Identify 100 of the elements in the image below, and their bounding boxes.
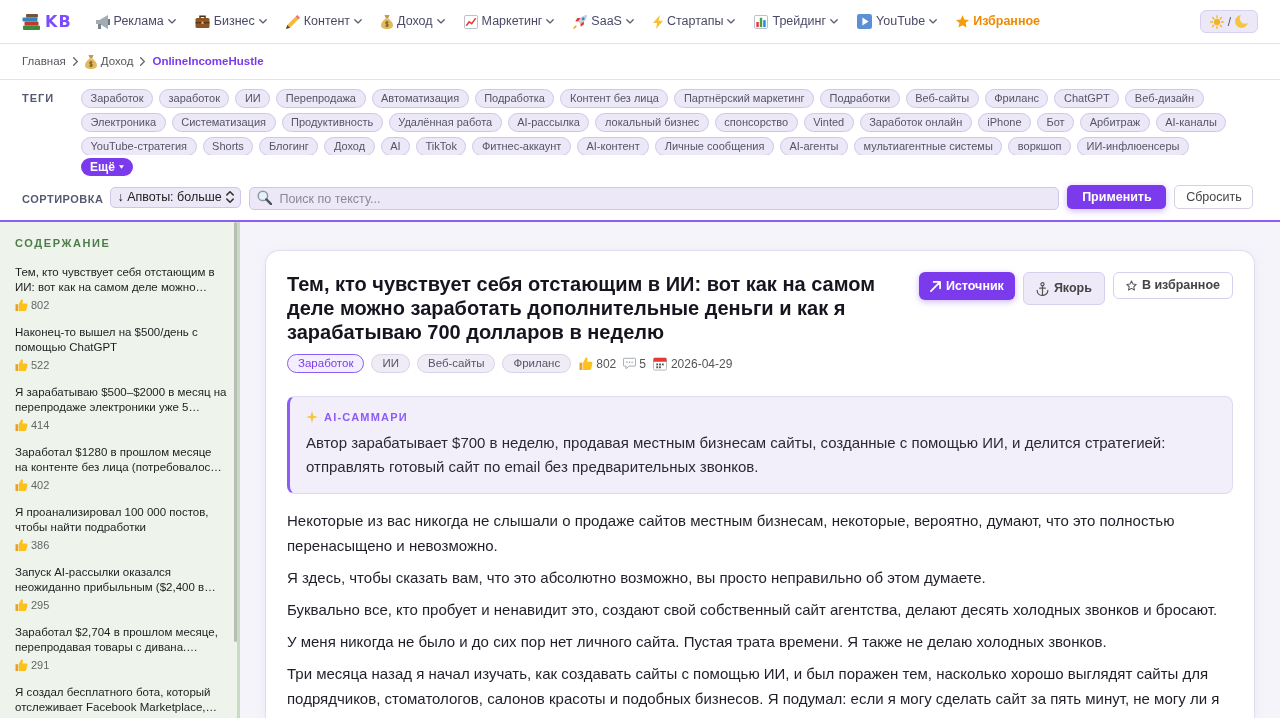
tag-chip[interactable]: заработок xyxy=(159,89,230,108)
tag-chip[interactable]: AI-каналы xyxy=(1155,113,1227,132)
contents-link[interactable]: Наконец-то вышел на $500/день с помощью ChatGPT xyxy=(15,325,227,355)
contents-link[interactable]: Заработал $2,704 в прошлом месяце, перепродавая товары с дивана.… xyxy=(15,625,227,655)
nav-menu-item[interactable]: Доход xyxy=(381,12,445,31)
tag-chip[interactable]: Блогинг xyxy=(259,137,319,155)
tag-chip[interactable]: Контент без лица xyxy=(560,89,669,108)
tag-chip[interactable]: Партнёрский маркетинг xyxy=(674,89,815,108)
action-button[interactable]: Источник xyxy=(918,272,1015,300)
nav-menu-item[interactable]: Бизнес xyxy=(194,12,267,31)
tag-chip[interactable]: Доход xyxy=(324,137,375,155)
upvote-count: 386 xyxy=(31,537,50,553)
home-logo-link[interactable]: KB xyxy=(22,13,72,30)
tag-chip[interactable]: спонсорство xyxy=(714,113,798,132)
tag-chip[interactable]: локальный бизнес xyxy=(595,113,709,132)
nav-menu-item[interactable]: Реклама xyxy=(95,12,176,31)
tag-chip[interactable]: Электроника xyxy=(81,113,166,132)
tag-chip[interactable]: Личные сообщения xyxy=(655,137,774,155)
rocket-icon xyxy=(573,14,588,29)
tag-chip[interactable]: Shorts xyxy=(202,137,254,155)
breadcrumb-link[interactable]: Главная xyxy=(22,52,66,71)
more-tags-button[interactable]: Ещё xyxy=(81,157,133,176)
search-field[interactable]: Поиск по тексту... xyxy=(249,187,1060,210)
article-paragraph: Я здесь, чтобы сказать вам, что это абсолютно возможно, вы просто неправильно об этом думаете. xyxy=(287,568,987,588)
sort-select[interactable]: ↓ Апвоты: больше xyxy=(110,186,242,208)
tag-chip[interactable]: Заработок xyxy=(81,89,154,108)
nav-menu-item[interactable]: Маркетинг xyxy=(463,12,555,31)
article-paragraph: Буквально все, кто пробует и ненавидит это, создают свой собственный сайт агентства, делают десять холодных звонков и бросают. xyxy=(287,600,1219,620)
thumbs-up-icon xyxy=(15,599,28,611)
tag-chip[interactable]: Vinted xyxy=(803,113,854,132)
breadcrumb-link[interactable]: OnlineIncomeHustle xyxy=(152,52,264,71)
tag-chip[interactable]: Фриланс xyxy=(502,354,572,373)
thumbs-up-icon xyxy=(15,659,28,671)
nav-menu-item[interactable]: SaaS xyxy=(573,12,634,31)
nav-menu-item[interactable]: Трейдинг xyxy=(754,12,839,31)
apply-button[interactable]: Применить xyxy=(1067,185,1167,209)
tag-chip[interactable]: AI-агенты xyxy=(779,137,848,155)
tag-chip[interactable]: AI-контент xyxy=(576,137,650,155)
nav-menu-item[interactable]: Контент xyxy=(285,12,363,31)
summary-text: Автор зарабатывает $700 в неделю, продавая местным бизнесам сайты, созданные с помощью ИИ, и делится стратегией: отправлять готовый сайт по email без предварительных звонков. xyxy=(306,433,1167,477)
reset-button[interactable]: Сбросить xyxy=(1174,185,1254,209)
tag-chip[interactable]: Веб-сайты xyxy=(416,354,496,373)
chevron-down-icon xyxy=(727,19,736,24)
money-bag-icon xyxy=(381,14,394,29)
chevron-down-icon xyxy=(436,19,445,24)
briefcase-icon xyxy=(194,15,210,28)
tag-chip[interactable]: Заработок xyxy=(287,354,365,373)
contents-link[interactable]: Заработал $1280 в прошлом месяце на контенте без лица (потребовалос… xyxy=(15,445,227,475)
tag-chip[interactable]: YouTube-стратегия xyxy=(81,137,197,155)
tag-chip[interactable]: Удалённая работа xyxy=(388,113,502,132)
tag-chip[interactable]: Веб-дизайн xyxy=(1125,89,1204,108)
tag-chip[interactable]: ИИ xyxy=(371,354,410,373)
upvote-count: 414 xyxy=(31,417,50,433)
upvote-count: 802 xyxy=(596,355,617,373)
tag-chip[interactable]: Автоматизация xyxy=(371,89,469,108)
tag-chip[interactable]: iPhone xyxy=(977,113,1031,132)
tag-chip[interactable]: воркшоп xyxy=(1008,137,1071,155)
tag-chip[interactable]: ИИ-инфлюенсеры xyxy=(1077,137,1189,155)
tag-chip[interactable]: Систематизация xyxy=(171,113,276,132)
action-button[interactable]: В избранное xyxy=(1112,272,1233,299)
thumbs-up-icon xyxy=(15,299,28,311)
nav-menu-item[interactable]: YouTube xyxy=(857,12,938,31)
contents-link[interactable]: Я зарабатываю $500–$2000 в месяц на перепродаже электроники уже 5… xyxy=(15,385,227,415)
chevron-right-icon xyxy=(72,57,78,66)
tag-chip[interactable]: Бот xyxy=(1037,113,1075,132)
tag-chip[interactable]: Веб-сайты xyxy=(905,89,979,108)
chevron-down-icon xyxy=(167,19,176,24)
chevron-down-icon xyxy=(546,19,555,24)
tag-chip[interactable]: Фриланс xyxy=(984,89,1049,108)
tag-chip[interactable]: Арбитраж xyxy=(1080,113,1150,132)
thumbs-up-icon xyxy=(15,539,28,551)
article-paragraph: У меня никогда не было и до сих пор нет личного сайта. Пустая трата времени. Я также не делаю холодных звонков. xyxy=(287,632,1108,652)
tag-chip[interactable]: Продуктивность xyxy=(281,113,383,132)
theme-toggle-button[interactable]: / xyxy=(1199,10,1258,33)
tag-chip[interactable]: AI-рассылка xyxy=(507,113,590,132)
caret-down-icon xyxy=(118,164,124,169)
anchor-icon xyxy=(1035,281,1049,296)
thumbs-up-icon xyxy=(15,359,28,371)
contents-link[interactable]: Запуск AI-рассылки оказался неожиданно прибыльным ($2,400 в… xyxy=(15,565,227,595)
breadcrumb-link[interactable]: Доход xyxy=(84,52,134,71)
sidebar-heading: СОДЕРЖАНИЕ xyxy=(15,236,112,250)
tag-chip[interactable]: TikTok xyxy=(416,137,467,155)
section-label: СОРТИРОВКА xyxy=(22,192,104,206)
contents-link[interactable]: Я проанализировал 100 000 постов, чтобы найти подработки xyxy=(15,505,227,535)
tag-chip[interactable]: Перепродажа xyxy=(276,89,366,108)
contents-link[interactable]: Тем, кто чувствует себя отстающим в ИИ: вот как на самом деле можно… xyxy=(15,265,227,295)
tag-chip[interactable]: Заработок онлайн xyxy=(859,113,972,132)
contents-link[interactable]: Я создал бесплатного бота, который отслеживает Facebook Marketplace,… xyxy=(15,685,227,715)
tag-chip[interactable]: Подработка xyxy=(474,89,555,108)
lightning-icon xyxy=(652,14,663,29)
tag-chip[interactable]: AI xyxy=(380,137,411,155)
tag-chip[interactable]: Фитнес-аккаунт xyxy=(472,137,571,155)
nav-menu-item[interactable]: Стартапы xyxy=(652,12,736,31)
tag-chip[interactable]: мультиагентные системы xyxy=(854,137,1003,155)
action-button[interactable]: Якорь xyxy=(1022,272,1105,305)
tag-chip[interactable]: ChatGPT xyxy=(1054,89,1120,108)
books-icon xyxy=(22,13,40,30)
tag-chip[interactable]: ИИ xyxy=(235,89,271,108)
chevron-right-icon xyxy=(140,57,146,66)
tag-chip[interactable]: Подработки xyxy=(820,89,900,108)
